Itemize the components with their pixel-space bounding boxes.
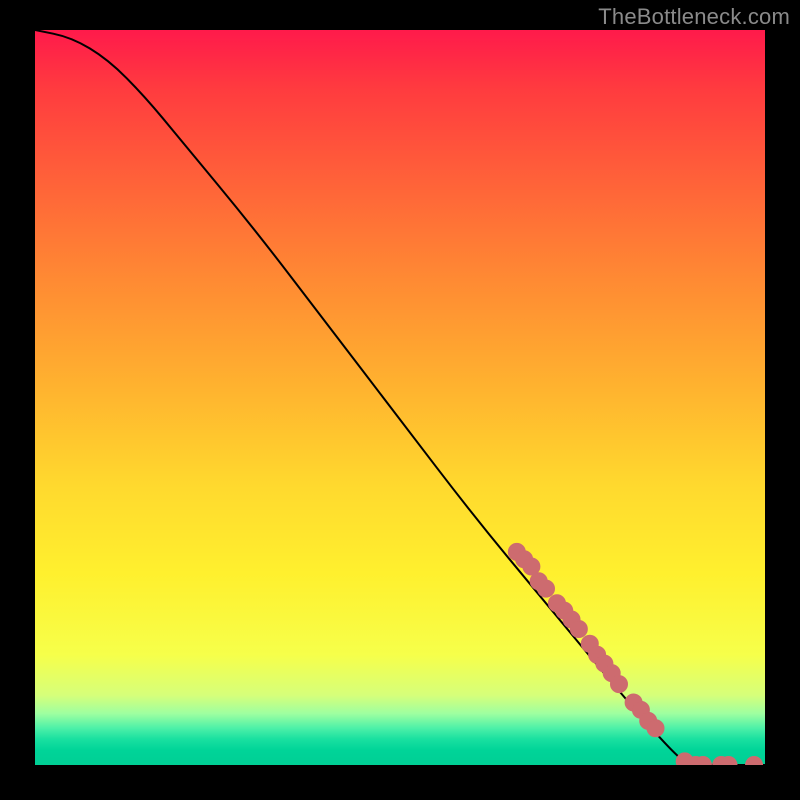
highlight-dot (647, 720, 664, 737)
chart-stage: TheBottleneck.com (0, 0, 800, 800)
highlight-dots (508, 543, 762, 765)
watermark-text: TheBottleneck.com (598, 4, 790, 30)
highlight-dot (538, 580, 555, 597)
plot-area (35, 30, 765, 765)
bottleneck-curve (35, 30, 765, 765)
highlight-dot (746, 757, 763, 766)
chart-overlay (35, 30, 765, 765)
highlight-dot (611, 676, 628, 693)
highlight-dot (570, 621, 587, 638)
